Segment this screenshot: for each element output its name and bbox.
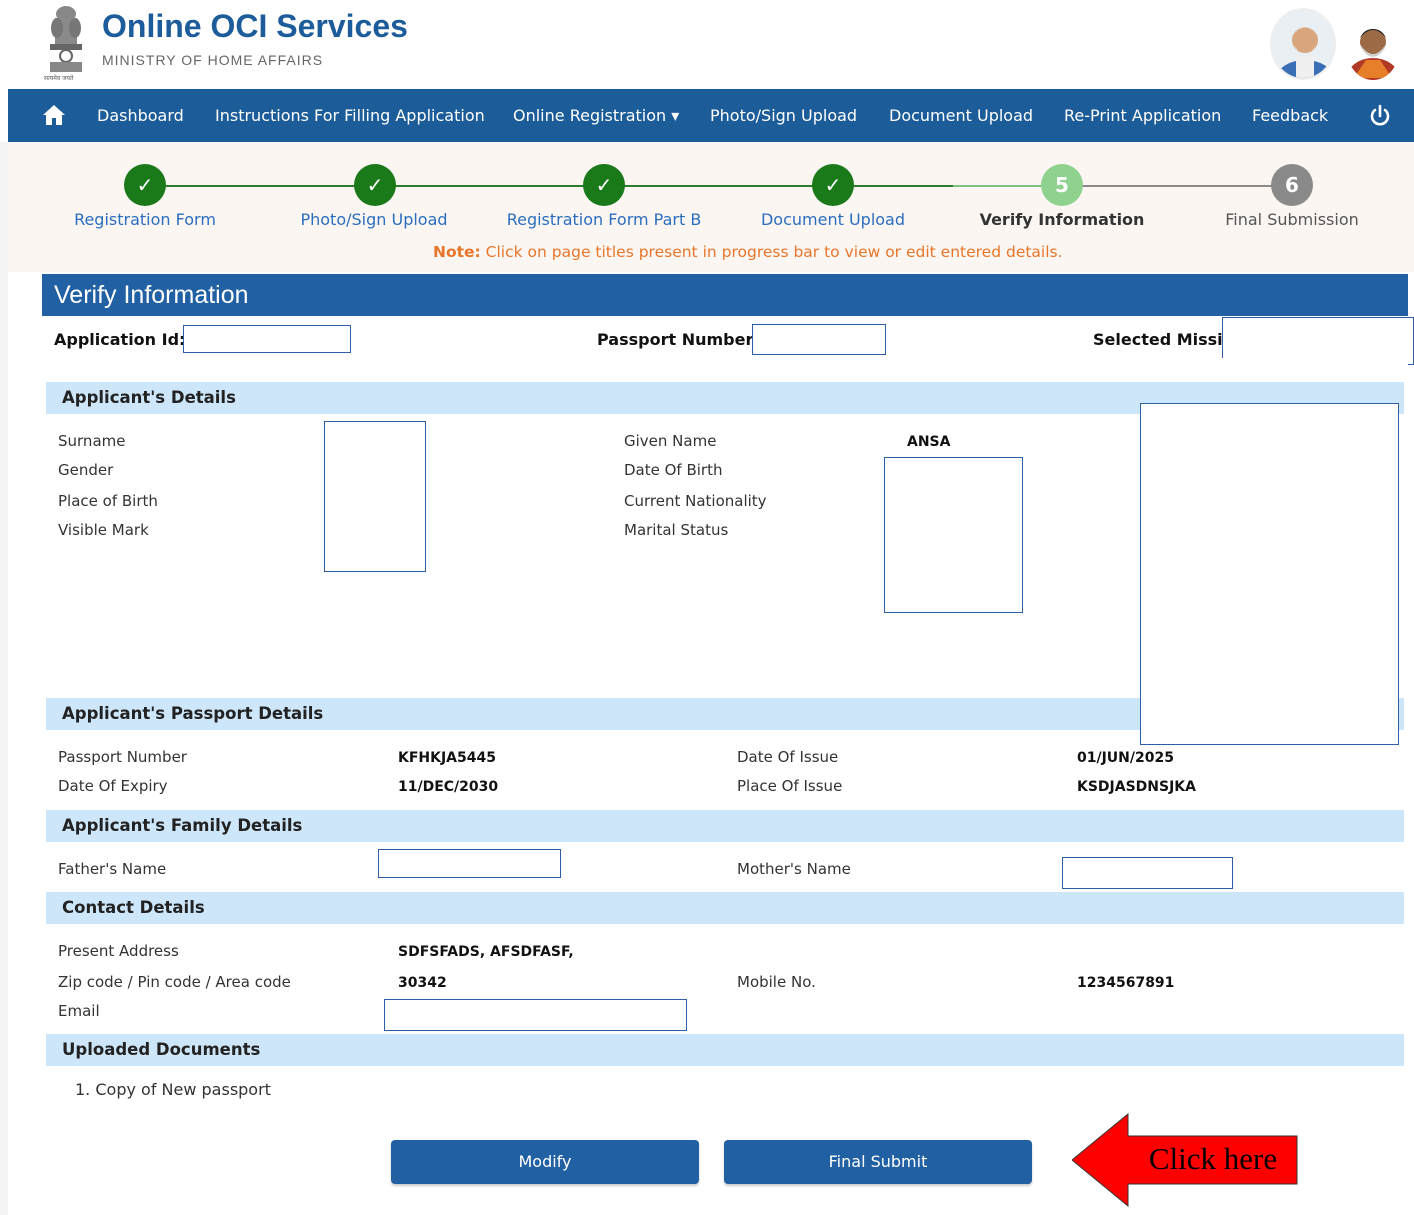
- emblem-caption: सत्यमेव जयते: [44, 75, 74, 82]
- father-name-value: [378, 849, 561, 878]
- nav-instructions[interactable]: Instructions For Filling Application: [215, 89, 485, 142]
- site-subtitle: MINISTRY OF HOME AFFAIRS: [102, 52, 324, 68]
- nav-dashboard[interactable]: Dashboard: [97, 89, 184, 142]
- application-id-label: Application Id:: [54, 330, 186, 349]
- site-header: सत्यमेव जयते Online OCI Services MINISTR…: [0, 0, 1414, 89]
- mobile-label: Mobile No.: [737, 973, 816, 991]
- contact-details-heading: Contact Details: [46, 892, 1404, 924]
- step-6-marker[interactable]: 6: [1271, 164, 1313, 206]
- progress-note: Note: Click on page titles present in pr…: [433, 243, 1063, 261]
- step-registration-form[interactable]: Registration Form: [74, 210, 216, 229]
- nav-feedback[interactable]: Feedback: [1252, 89, 1328, 142]
- step-registration-form-part-b[interactable]: Registration Form Part B: [507, 210, 702, 229]
- applicant-photo: [1140, 403, 1399, 745]
- step-3-check-icon[interactable]: ✓: [583, 164, 625, 206]
- date-of-expiry-label: Date Of Expiry: [58, 777, 168, 795]
- passport-number-label: Passport Number: [58, 748, 187, 766]
- progress-connector: [613, 185, 843, 187]
- email-label: Email: [58, 1002, 100, 1020]
- step-2-check-icon[interactable]: ✓: [354, 164, 396, 206]
- power-icon[interactable]: [1368, 104, 1392, 128]
- selected-mission-label: Selected Missio: [1093, 330, 1234, 349]
- passport-number-value: KFHKJA5445: [398, 750, 496, 766]
- date-of-expiry-value: 11/DEC/2030: [398, 779, 499, 795]
- zip-code-value: 30342: [398, 975, 447, 991]
- father-name-label: Father's Name: [58, 860, 167, 878]
- step-final-submission[interactable]: Final Submission: [1225, 210, 1359, 229]
- page-gutter: [0, 142, 8, 1215]
- details-body: Applicant's Details Surname Gender Place…: [42, 358, 1408, 1215]
- family-details-heading: Applicant's Family Details: [46, 810, 1404, 842]
- present-address-label: Present Address: [58, 942, 179, 960]
- nav-reprint-application[interactable]: Re-Print Application: [1064, 89, 1221, 142]
- avatar: [1346, 14, 1400, 80]
- nav-photo-sign-upload[interactable]: Photo/Sign Upload: [710, 89, 857, 142]
- progress-connector: [1073, 185, 1303, 187]
- nationality-label: Current Nationality: [624, 492, 767, 510]
- applicant-values-right: [884, 457, 1023, 613]
- modify-button[interactable]: Modify: [391, 1140, 699, 1184]
- place-of-issue-value: KSDJASDNSJKA: [1077, 779, 1196, 795]
- nav-document-upload[interactable]: Document Upload: [889, 89, 1033, 142]
- step-1-check-icon[interactable]: ✓: [124, 164, 166, 206]
- given-name-value: ANSA: [907, 434, 951, 450]
- note-prefix: Note:: [433, 243, 481, 261]
- home-icon[interactable]: [42, 104, 66, 126]
- progress-connector: [153, 185, 383, 187]
- final-submit-button[interactable]: Final Submit: [724, 1140, 1032, 1184]
- present-address-value: SDFSFADS, AFSDFASF,: [398, 944, 574, 960]
- note-text: Click on page titles present in progress…: [480, 243, 1063, 261]
- date-of-issue-value: 01/JUN/2025: [1077, 750, 1174, 766]
- applicant-values-left: [324, 421, 426, 572]
- passport-number-label: Passport Number:: [597, 330, 760, 349]
- document-list-item[interactable]: 1. Copy of New passport: [75, 1080, 271, 1099]
- national-emblem-icon: सत्यमेव जयते: [42, 4, 90, 86]
- gender-label: Gender: [58, 461, 114, 479]
- mobile-value: 1234567891: [1077, 975, 1175, 991]
- step-photo-sign-upload[interactable]: Photo/Sign Upload: [300, 210, 447, 229]
- progress-connector: [383, 185, 613, 187]
- given-name-label: Given Name: [624, 432, 717, 450]
- zip-code-label: Zip code / Pin code / Area code: [58, 973, 291, 991]
- mother-name-label: Mother's Name: [737, 860, 851, 878]
- email-value: [384, 999, 687, 1031]
- date-of-issue-label: Date Of Issue: [737, 748, 839, 766]
- main-nav: Dashboard Instructions For Filling Appli…: [8, 89, 1414, 142]
- step-verify-information[interactable]: Verify Information: [980, 210, 1145, 229]
- avatar: [1270, 8, 1336, 80]
- panel-title: Verify Information: [42, 274, 1408, 316]
- place-of-birth-label: Place of Birth: [58, 492, 158, 510]
- progress-connector: [843, 185, 953, 187]
- marital-status-label: Marital Status: [624, 521, 729, 539]
- progress-bar: ✓ ✓ ✓ ✓ 5 6 Registration Form Photo/Sign…: [8, 142, 1414, 272]
- uploaded-documents-heading: Uploaded Documents: [46, 1034, 1404, 1066]
- dob-label: Date Of Birth: [624, 461, 723, 479]
- step-4-check-icon[interactable]: ✓: [812, 164, 854, 206]
- step-document-upload[interactable]: Document Upload: [761, 210, 905, 229]
- verify-panel: Verify Information Application Id: Passp…: [42, 272, 1414, 1215]
- place-of-issue-label: Place Of Issue: [737, 777, 843, 795]
- mother-name-value: [1062, 857, 1233, 889]
- click-here-label: Click here: [1148, 1141, 1278, 1176]
- application-id-value: [183, 325, 351, 353]
- surname-label: Surname: [58, 432, 126, 450]
- nav-online-registration[interactable]: Online Registration ▾: [513, 89, 679, 142]
- site-title[interactable]: Online OCI Services: [102, 8, 408, 45]
- step-5-marker[interactable]: 5: [1041, 164, 1083, 206]
- application-info-row: Application Id: Passport Number: Selecte…: [42, 316, 1414, 365]
- passport-number-value: [752, 324, 886, 355]
- visible-mark-label: Visible Mark: [58, 521, 149, 539]
